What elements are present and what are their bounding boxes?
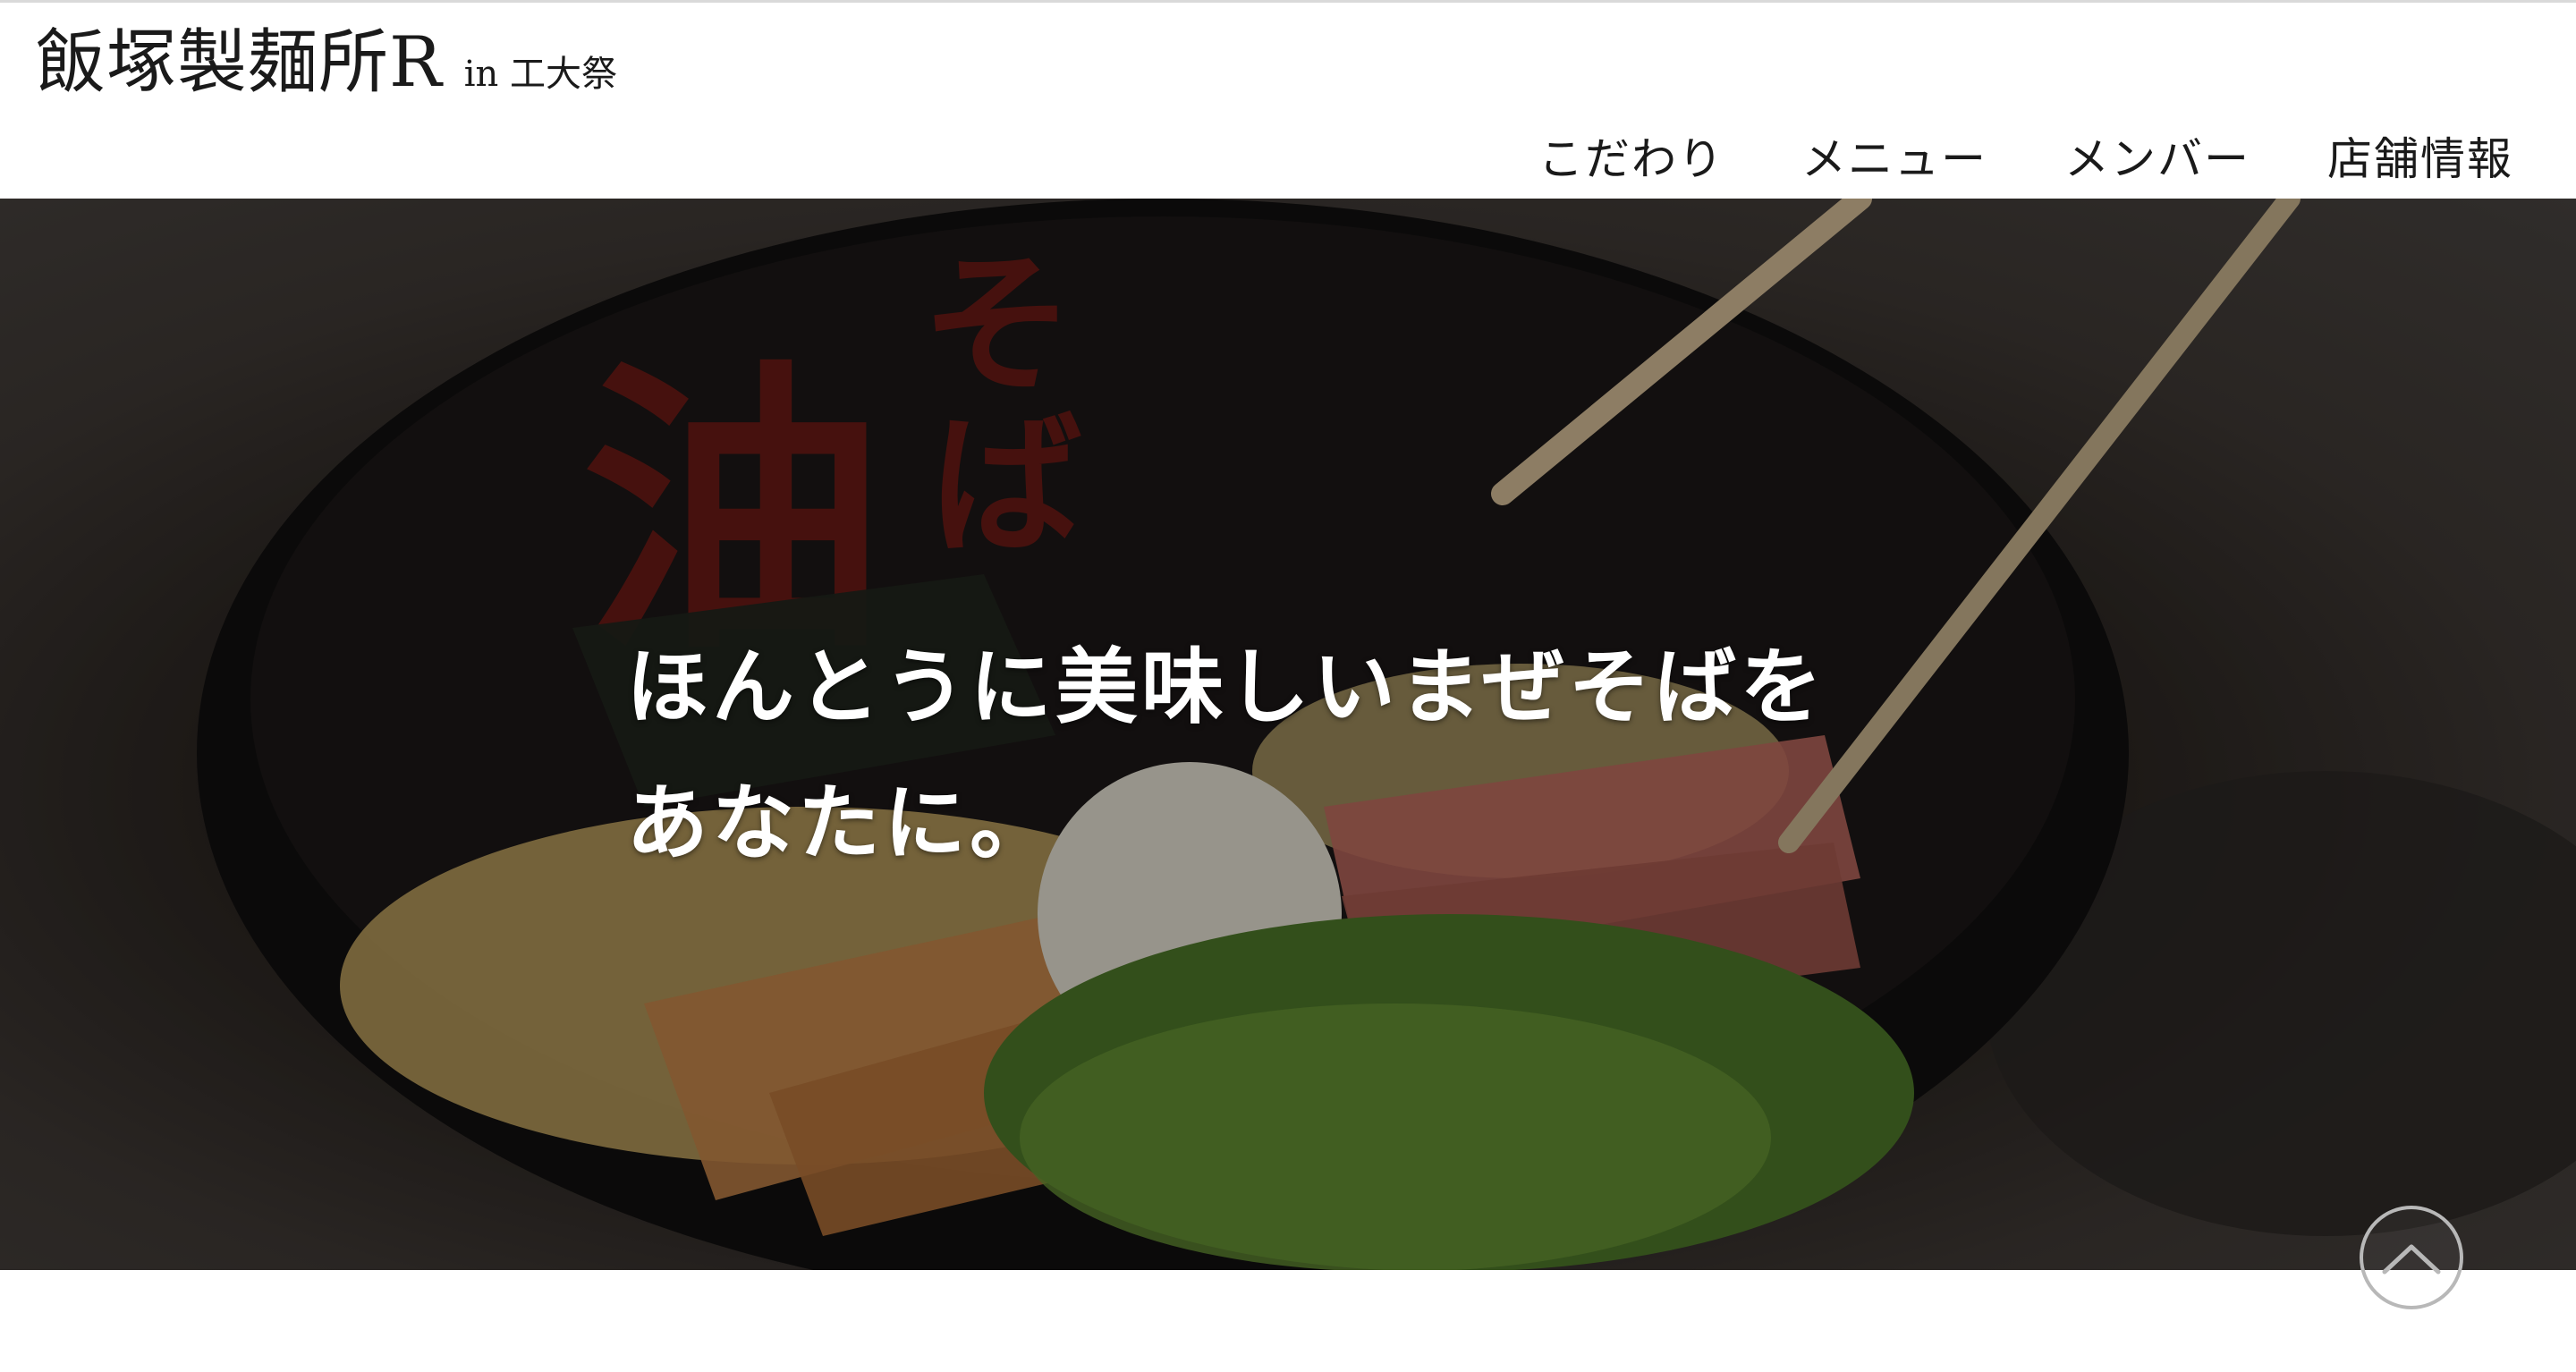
nav-item-menu[interactable]: メニュー xyxy=(1801,137,1987,182)
back-to-top-button[interactable] xyxy=(2360,1206,2463,1309)
chevron-up-icon xyxy=(2382,1244,2441,1275)
site-header: 飯塚製麺所R in 工大祭 こだわり メニュー メンバー 店舗情報 xyxy=(0,0,2576,199)
brand-name: 飯塚製麺所R xyxy=(36,22,443,103)
hero-section: 油 そ ば ほんとうに美味しいまぜそばを あなたに。 xyxy=(0,199,2576,1270)
hero-tagline-line2: あなたに。 xyxy=(626,775,1056,871)
nav-item-store-info[interactable]: 店舗情報 xyxy=(2327,137,2513,182)
page: 飯塚製麺所R in 工大祭 こだわり メニュー メンバー 店舗情報 油 そ ば xyxy=(0,0,2576,1372)
nav-item-kodawari[interactable]: こだわり xyxy=(1538,137,1724,182)
page-bottom-area xyxy=(0,1270,2576,1372)
main-nav: こだわり メニュー メンバー 店舗情報 xyxy=(1538,137,2513,182)
brand-subtitle: in 工大祭 xyxy=(463,54,618,95)
hero-tagline-line1: ほんとうに美味しいまぜそばを xyxy=(626,639,1826,735)
hero-tagline: ほんとうに美味しいまぜそばを あなたに。 xyxy=(626,619,1826,891)
brand-logo[interactable]: 飯塚製麺所R in 工大祭 xyxy=(36,28,617,97)
nav-item-members[interactable]: メンバー xyxy=(2064,137,2250,182)
